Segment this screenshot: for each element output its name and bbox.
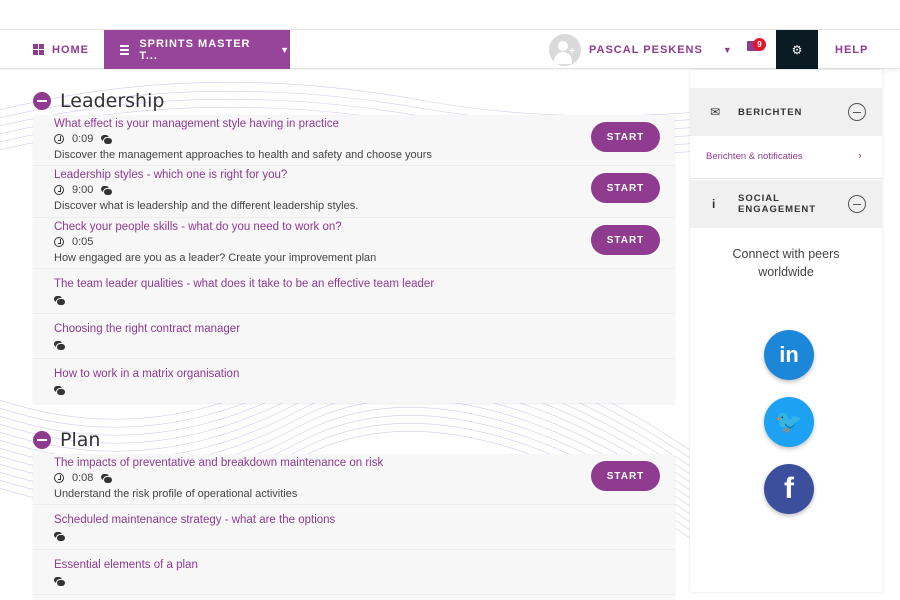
clock-icon: [54, 237, 64, 247]
comments-icon[interactable]: [54, 295, 65, 305]
list-item: How to work in a matrix organisation: [33, 359, 675, 403]
item-meta: [54, 294, 65, 306]
envelope-icon: ✉: [710, 105, 721, 119]
start-button[interactable]: START: [591, 173, 660, 203]
section-title: Plan: [60, 429, 101, 451]
minus-circle-icon[interactable]: [33, 431, 51, 449]
linkedin-button[interactable]: in: [764, 330, 814, 380]
comments-icon[interactable]: [54, 531, 65, 541]
clock-icon: [54, 473, 64, 483]
comments-icon[interactable]: [54, 385, 65, 395]
messages-link[interactable]: Berichten & notificaties: [706, 151, 803, 162]
facebook-icon: f: [784, 472, 794, 505]
chevron-down-icon: ▼: [280, 44, 290, 55]
item-duration: 0:08: [72, 472, 94, 484]
facebook-button[interactable]: f: [764, 464, 814, 514]
messages-panel-header[interactable]: ✉ BERICHTEN: [690, 88, 882, 136]
section-card-plan: The impacts of preventative and breakdow…: [33, 454, 675, 600]
social-panel-header[interactable]: i SOCIAL ENGAGEMENT: [690, 180, 882, 228]
section-card-leadership: What effect is your management style hav…: [33, 115, 675, 403]
item-description: Discover the management approaches to he…: [54, 149, 432, 161]
start-button[interactable]: START: [591, 461, 660, 491]
comments-icon[interactable]: [54, 576, 65, 586]
minus-circle-icon[interactable]: [33, 92, 51, 110]
settings-button[interactable]: ⚙: [776, 30, 818, 69]
item-title[interactable]: Essential elements of a plan: [54, 559, 198, 571]
item-meta: 0:09: [54, 133, 113, 145]
chevron-down-icon: ▼: [722, 44, 732, 55]
comments-icon[interactable]: [101, 134, 113, 144]
connect-text: Connect with peers worldwide: [732, 247, 840, 279]
item-title[interactable]: The team leader qualities - what does it…: [54, 278, 434, 290]
list-item: What effect is your management style hav…: [33, 115, 675, 166]
nav-course-menu[interactable]: SPRINTS MASTER T... ▼: [104, 30, 290, 69]
nav-help[interactable]: HELP: [835, 30, 868, 69]
section-header-leadership: Leadership: [33, 90, 164, 112]
list-item: The team leader qualities - what does it…: [33, 269, 675, 314]
info-icon: i: [712, 197, 716, 211]
twitter-button[interactable]: 🐦: [764, 397, 814, 447]
section-header-plan: Plan: [33, 429, 100, 451]
list-item: Scheduled maintenance strategy - what ar…: [33, 505, 675, 550]
avatar: +: [549, 33, 581, 66]
item-duration: 0:09: [72, 133, 94, 145]
list-item: The impacts of preventative and breakdow…: [33, 454, 675, 505]
nav-user-menu[interactable]: + PASCAL PESKENS ▼: [549, 30, 732, 69]
nav-home-label: HOME: [52, 43, 89, 56]
top-strip: [0, 0, 900, 30]
list-item: Leadership styles - which one is right f…: [33, 166, 675, 218]
list-item: Choosing the right contract manager: [33, 314, 675, 359]
item-duration: 0:05: [72, 236, 94, 248]
chevron-right-icon[interactable]: ›: [858, 150, 862, 162]
bars-icon: [120, 44, 130, 55]
item-description: Understand the risk profile of operation…: [54, 488, 298, 500]
messages-label: BERICHTEN: [738, 106, 803, 118]
item-meta: 9:00: [54, 184, 113, 196]
sidebar: ✉ BERICHTEN Berichten & notificaties › i…: [690, 70, 882, 592]
list-item: Essential elements of a plan: [33, 550, 675, 595]
clock-icon: [54, 185, 64, 195]
main-content: Leadership What effect is your managemen…: [0, 70, 690, 600]
item-meta: [54, 575, 65, 587]
twitter-icon: 🐦: [775, 409, 803, 434]
divider: [690, 178, 882, 179]
item-duration: 9:00: [72, 184, 94, 196]
item-meta: [54, 339, 65, 351]
item-title[interactable]: Check your people skills - what do you n…: [54, 221, 342, 233]
comments-icon[interactable]: [101, 473, 113, 483]
item-meta: [54, 530, 65, 542]
item-title[interactable]: What effect is your management style hav…: [54, 118, 339, 130]
item-title[interactable]: How to work in a matrix organisation: [54, 368, 239, 380]
comments-icon[interactable]: [54, 340, 65, 350]
item-meta: [54, 384, 65, 396]
nav-home[interactable]: HOME: [33, 30, 89, 69]
grid-icon: [33, 44, 44, 55]
linkedin-icon: in: [779, 342, 799, 367]
nav-course-label: SPRINTS MASTER T...: [139, 37, 251, 62]
navbar: HOME SPRINTS MASTER T... ▼ + PASCAL PESK…: [0, 30, 900, 69]
item-meta: 0:05: [54, 236, 93, 248]
list-item: Check your people skills - what do you n…: [33, 218, 675, 269]
comments-icon[interactable]: [101, 185, 113, 195]
item-title[interactable]: Scheduled maintenance strategy - what ar…: [54, 514, 335, 526]
mail-count-badge: 9: [753, 38, 766, 51]
minus-circle-icon[interactable]: [848, 103, 866, 121]
user-name: PASCAL PESKENS: [589, 43, 703, 56]
start-button[interactable]: START: [591, 122, 660, 152]
clock-icon: [54, 134, 64, 144]
start-button[interactable]: START: [591, 225, 660, 255]
minus-circle-icon[interactable]: [848, 195, 866, 213]
item-meta: 0:08: [54, 472, 113, 484]
item-title[interactable]: The impacts of preventative and breakdow…: [54, 457, 383, 469]
item-description: Discover what is leadership and the diff…: [54, 200, 359, 212]
item-description: How engaged are you as a leader? Create …: [54, 252, 377, 264]
gear-icon: ⚙: [791, 42, 803, 57]
item-title[interactable]: Leadership styles - which one is right f…: [54, 169, 287, 181]
social-label: SOCIAL ENGAGEMENT: [738, 193, 817, 215]
section-title: Leadership: [60, 90, 165, 112]
item-title[interactable]: Choosing the right contract manager: [54, 323, 240, 335]
